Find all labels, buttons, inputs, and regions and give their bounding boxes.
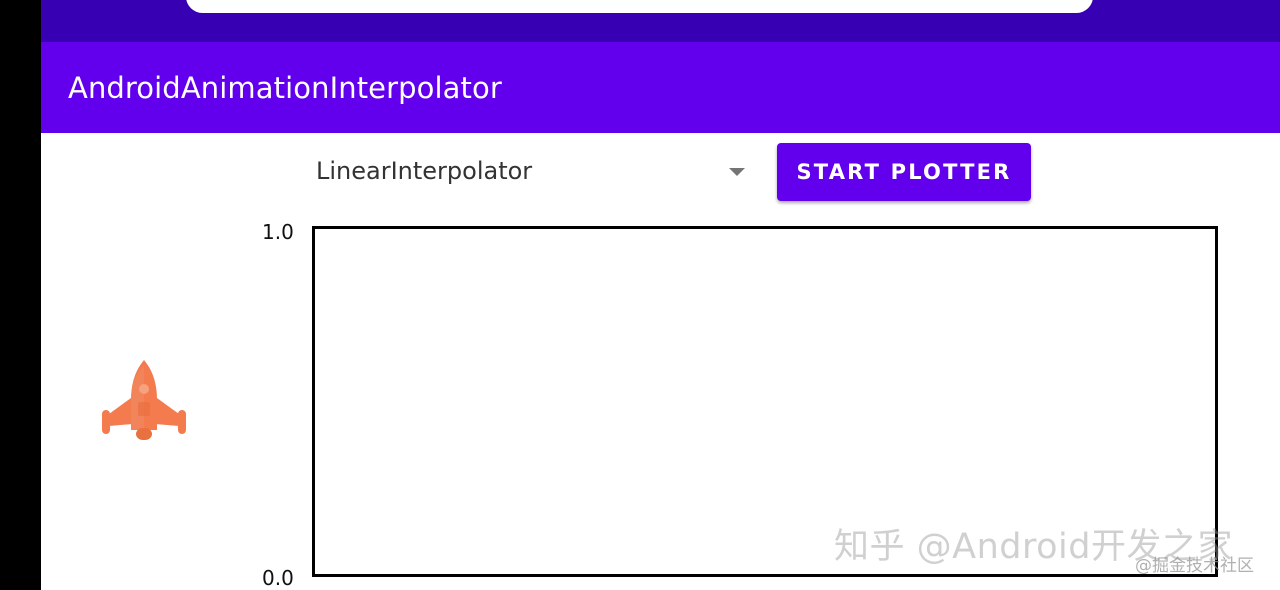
- interpolator-dropdown-value: LinearInterpolator: [316, 157, 533, 185]
- dropdown-arrow-icon: [729, 168, 745, 176]
- start-plotter-button[interactable]: START PLOTTER: [777, 143, 1031, 201]
- y-axis-max-label: 1.0: [262, 220, 294, 244]
- rocket-icon: [102, 360, 186, 440]
- interpolator-dropdown[interactable]: LinearInterpolator: [316, 150, 756, 196]
- status-pill: [186, 0, 1093, 13]
- app-bar: AndroidAnimationInterpolator: [41, 42, 1280, 133]
- app-screen: AndroidAnimationInterpolator LinearInter…: [41, 0, 1280, 590]
- y-axis-min-label: 0.0: [262, 566, 294, 590]
- watermark-secondary: @掘金技术社区: [1135, 556, 1254, 576]
- status-bar: [41, 0, 1280, 42]
- app-title: AndroidAnimationInterpolator: [68, 71, 502, 105]
